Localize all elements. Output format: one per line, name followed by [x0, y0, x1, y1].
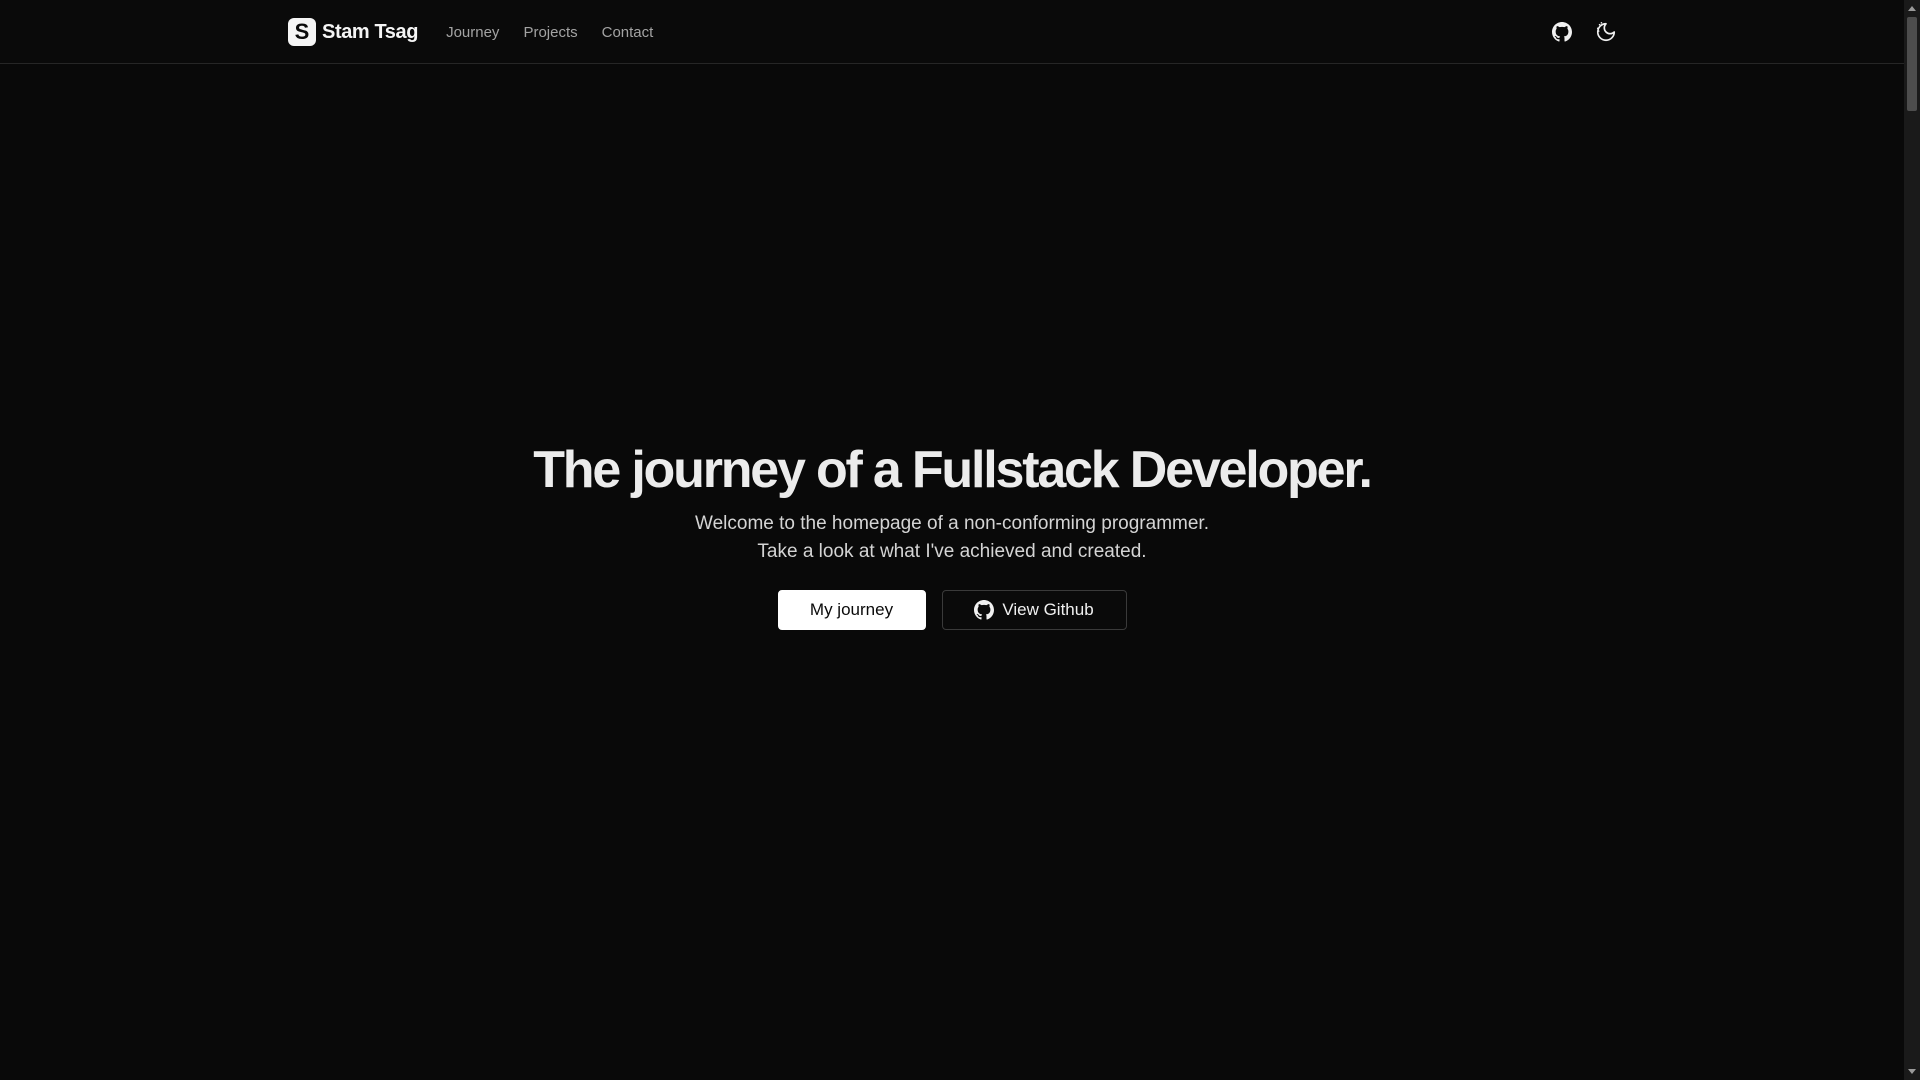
my-journey-button[interactable]: My journey	[777, 590, 926, 630]
main-nav: Journey Projects Contact	[446, 24, 677, 41]
brand-link[interactable]: S Stam Tsag	[288, 18, 418, 46]
github-icon	[1552, 22, 1572, 42]
hero-subtitle: Welcome to the homepage of a non-conform…	[695, 513, 1209, 562]
scrollbar-thumb[interactable]	[1907, 17, 1917, 111]
theme-toggle-icon	[1596, 22, 1616, 42]
nav-link-journey[interactable]: Journey	[446, 24, 499, 41]
view-github-button[interactable]: View Github	[941, 590, 1127, 630]
my-journey-label: My journey	[809, 600, 894, 619]
view-github-label: View Github	[1002, 600, 1094, 619]
site-header: S Stam Tsag Journey Projects Contact	[0, 0, 1904, 64]
scroll-up-arrow[interactable]	[1904, 0, 1920, 16]
caret-up-icon	[1908, 6, 1916, 11]
github-icon	[974, 600, 995, 620]
github-button[interactable]	[1544, 14, 1580, 50]
scroll-down-arrow[interactable]	[1904, 1064, 1920, 1080]
hero-title: The journey of a Fullstack Developer.	[533, 441, 1373, 499]
hero-actions: My journey View Github	[777, 590, 1127, 630]
brand-logo: S	[288, 18, 316, 46]
header-inner: S Stam Tsag Journey Projects Contact	[288, 0, 1624, 64]
nav-link-projects[interactable]: Projects	[523, 24, 577, 41]
header-actions	[1544, 14, 1624, 50]
caret-down-icon	[1908, 1069, 1916, 1074]
nav-link-contact[interactable]: Contact	[602, 24, 654, 41]
theme-toggle-button[interactable]	[1588, 14, 1624, 50]
page: S Stam Tsag Journey Projects Contact The…	[0, 0, 1920, 1080]
brand-name: Stam Tsag	[322, 20, 419, 43]
vertical-scrollbar[interactable]	[1904, 0, 1920, 1080]
hero-section: The journey of a Fullstack Developer. We…	[0, 440, 1904, 630]
